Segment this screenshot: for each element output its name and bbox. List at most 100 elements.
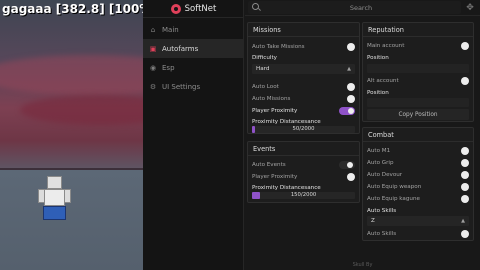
toggle-label: Auto M1 bbox=[367, 148, 391, 154]
footer-credit: Skull By bbox=[352, 262, 373, 268]
position-label: Position bbox=[367, 90, 389, 96]
toggle-label: Alt account bbox=[367, 78, 399, 84]
difficulty-label-row: Difficulty bbox=[252, 53, 355, 63]
brand-logo-icon bbox=[170, 3, 181, 14]
dropdown-value: Z bbox=[371, 218, 375, 224]
sidebar-item-label: Esp bbox=[162, 63, 175, 72]
avatar-torso bbox=[44, 189, 65, 206]
proximity-distance-slider[interactable]: 50/2000 bbox=[252, 126, 355, 133]
toggle-switch[interactable] bbox=[339, 107, 355, 115]
toggle-label: Auto Equip kagune bbox=[367, 196, 420, 202]
auto-events-toggle[interactable]: Auto Events bbox=[252, 160, 355, 170]
copy-position-button[interactable]: Copy Position bbox=[367, 109, 469, 120]
toggle-label: Auto Devour bbox=[367, 172, 403, 178]
alt-account-toggle[interactable]: Alt account bbox=[367, 76, 469, 86]
slider-label: Proximity Distancesance bbox=[252, 119, 321, 125]
toggle-knob[interactable] bbox=[347, 83, 355, 91]
alt-position-field[interactable] bbox=[367, 98, 469, 107]
panel-title: Reputation bbox=[363, 23, 473, 37]
toggle-label: Auto Skills bbox=[367, 231, 397, 237]
sidebar-item-autofarms[interactable]: ▣ Autofarms bbox=[143, 39, 243, 58]
sidebar-item-main[interactable]: ⌂ Main bbox=[143, 20, 243, 39]
player-proximity-toggle[interactable]: Player Proximity bbox=[252, 106, 355, 116]
main-account-toggle[interactable]: Main account bbox=[367, 41, 469, 51]
toggle-label: Main account bbox=[367, 43, 405, 49]
sidebar-item-label: Main bbox=[162, 25, 179, 34]
position-label: Position bbox=[367, 55, 389, 61]
panel-title: Events bbox=[248, 142, 359, 156]
skills-label: Auto Skills bbox=[367, 208, 397, 214]
auto-missions-toggle[interactable]: Auto Missions bbox=[252, 94, 355, 104]
skills-dropdown[interactable]: Z ▲ bbox=[367, 216, 469, 226]
sidebar-item-label: UI Settings bbox=[162, 82, 201, 91]
avatar-legs bbox=[43, 206, 66, 220]
auto-take-missions-toggle[interactable]: Auto Take Missions bbox=[252, 42, 355, 52]
auto-grip-toggle[interactable]: Auto Grip bbox=[367, 158, 469, 168]
toggle-knob[interactable] bbox=[461, 159, 469, 167]
toggle-knob[interactable] bbox=[461, 171, 469, 179]
dropdown-value: Hard bbox=[256, 66, 270, 72]
toggle-label: Player Proximity bbox=[252, 108, 298, 114]
toggle-label: Auto Take Missions bbox=[252, 44, 305, 50]
farm-icon: ▣ bbox=[149, 44, 157, 53]
eye-icon: ◉ bbox=[149, 63, 157, 72]
missions-panel: Missions Auto Take Missions Difficulty H… bbox=[247, 22, 360, 134]
toggle-knob[interactable] bbox=[347, 173, 355, 181]
toggle-knob[interactable] bbox=[461, 77, 469, 85]
events-player-proximity-toggle[interactable]: Player Proximity bbox=[252, 172, 355, 182]
player-status-label: gagaaa [382.8] [100%] bbox=[2, 2, 157, 16]
reputation-panel: Reputation Main account Position Alt acc… bbox=[362, 22, 474, 122]
panel-title: Combat bbox=[363, 128, 473, 142]
auto-equip-weapon-toggle[interactable]: Auto Equip weapon bbox=[367, 182, 469, 192]
auto-devour-toggle[interactable]: Auto Devour bbox=[367, 170, 469, 180]
auto-equip-kagune-toggle[interactable]: Auto Equip kagune bbox=[367, 194, 469, 204]
sidebar-item-esp[interactable]: ◉ Esp bbox=[143, 58, 243, 77]
search-icon bbox=[252, 3, 259, 10]
toggle-knob[interactable] bbox=[461, 195, 469, 203]
auto-m1-toggle[interactable]: Auto M1 bbox=[367, 146, 469, 156]
difficulty-label: Difficulty bbox=[252, 55, 277, 61]
slider-value: 150/2000 bbox=[290, 192, 317, 198]
top-bar: ✥ bbox=[245, 0, 480, 16]
sidebar-nav: ⌂ Main ▣ Autofarms ◉ Esp ⚙ UI Settings bbox=[143, 20, 243, 96]
player-avatar bbox=[38, 176, 72, 224]
toggle-knob[interactable] bbox=[461, 147, 469, 155]
brand-name: SoftNet bbox=[184, 3, 217, 14]
toggle-knob[interactable] bbox=[461, 42, 469, 50]
toggle-knob[interactable] bbox=[347, 95, 355, 103]
cheat-menu-window: SoftNet ⌂ Main ▣ Autofarms ◉ Esp ⚙ UI Se… bbox=[143, 0, 480, 270]
toggle-knob[interactable] bbox=[461, 230, 469, 238]
events-panel: Events Auto Events Player Proximity Prox… bbox=[247, 141, 360, 203]
sidebar-item-label: Autofarms bbox=[162, 44, 199, 53]
toggle-knob[interactable] bbox=[461, 183, 469, 191]
main-position-field[interactable] bbox=[367, 64, 469, 73]
toggle-switch[interactable] bbox=[339, 161, 355, 169]
toggle-label: Auto Equip weapon bbox=[367, 184, 422, 190]
difficulty-dropdown[interactable]: Hard ▲ bbox=[252, 64, 355, 74]
chevron-up-icon: ▲ bbox=[347, 66, 351, 72]
avatar-right-arm bbox=[64, 189, 71, 203]
search-input[interactable] bbox=[264, 1, 458, 14]
chevron-up-icon: ▲ bbox=[461, 218, 465, 224]
toggle-label: Auto Events bbox=[252, 162, 286, 168]
alt-position-label-row: Position bbox=[367, 88, 469, 98]
slider-label: Proximity Distancesance bbox=[252, 185, 321, 191]
sidebar-item-ui-settings[interactable]: ⚙ UI Settings bbox=[143, 77, 243, 96]
gear-icon: ⚙ bbox=[149, 82, 157, 91]
events-distance-slider[interactable]: 150/2000 bbox=[252, 192, 355, 199]
auto-loot-toggle[interactable]: Auto Loot bbox=[252, 82, 355, 92]
avatar-head bbox=[47, 176, 62, 189]
slider-value: 50/2000 bbox=[292, 126, 315, 132]
move-icon[interactable]: ✥ bbox=[465, 3, 475, 13]
toggle-label: Auto Grip bbox=[367, 160, 394, 166]
toggle-label: Auto Loot bbox=[252, 84, 279, 90]
combat-panel: Combat Auto M1 Auto Grip Auto Devour Aut… bbox=[362, 127, 474, 241]
main-position-label-row: Position bbox=[367, 53, 469, 63]
home-icon: ⌂ bbox=[150, 25, 156, 34]
toggle-knob[interactable] bbox=[347, 43, 355, 51]
auto-skills-toggle[interactable]: Auto Skills bbox=[367, 229, 469, 239]
panel-title: Missions bbox=[248, 23, 359, 37]
search-box[interactable] bbox=[248, 1, 461, 14]
toggle-label: Player Proximity bbox=[252, 174, 298, 180]
brand-header: SoftNet bbox=[143, 0, 244, 18]
